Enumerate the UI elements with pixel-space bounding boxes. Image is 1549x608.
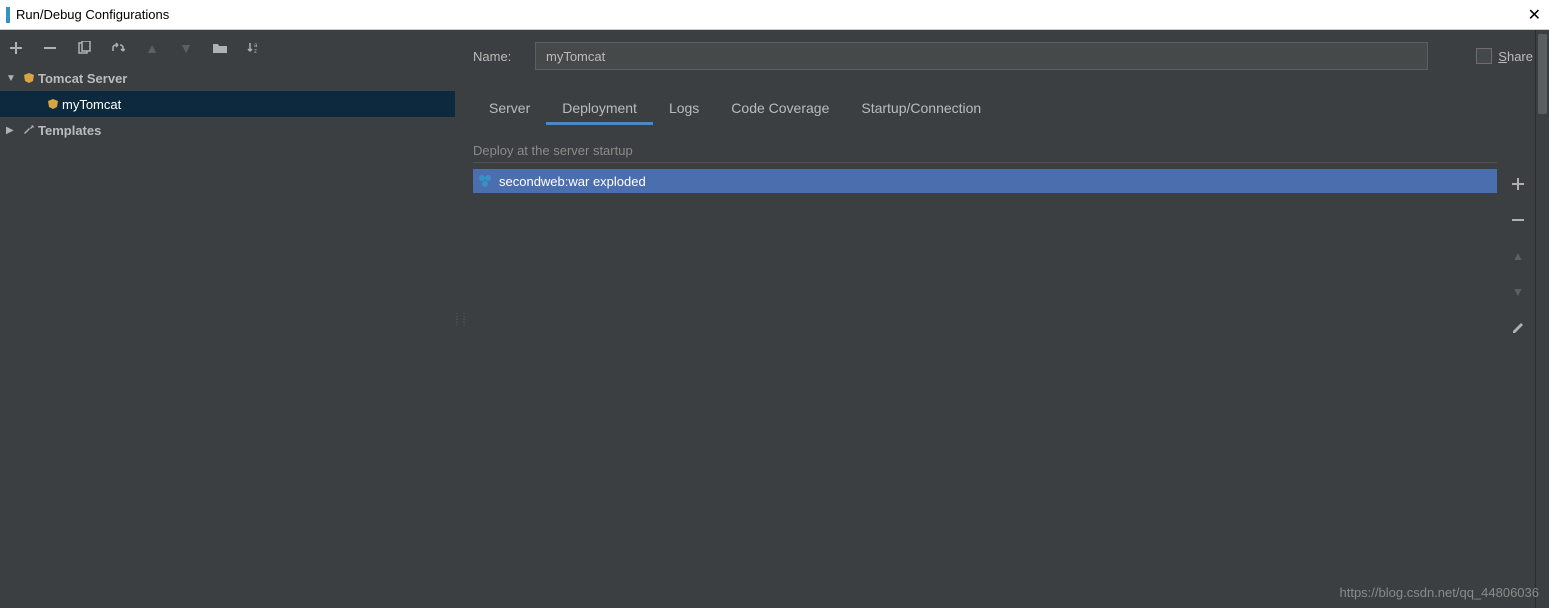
config-tree: ▼ Tomcat Server myTomcat ▶ Templates <box>0 65 455 608</box>
config-toolbar: ▲ ▼ az <box>0 30 455 65</box>
panel-divider[interactable]: ⋮⋮⋮⋮⋮⋮ <box>455 30 465 608</box>
left-panel: ▲ ▼ az ▼ Tomcat Server myTomcat <box>0 30 455 608</box>
collapse-arrow-icon: ▶ <box>6 125 20 136</box>
move-down-button[interactable]: ▼ <box>176 38 196 58</box>
close-button[interactable]: ✕ <box>1528 5 1541 25</box>
tab-startup-connection[interactable]: Startup/Connection <box>845 92 997 124</box>
tab-logs[interactable]: Logs <box>653 92 715 124</box>
app-icon <box>6 7 10 23</box>
tomcat-icon <box>44 97 62 111</box>
share-group: Share <box>1476 48 1533 64</box>
tab-deployment[interactable]: Deployment <box>546 92 653 124</box>
deploy-section: Deploy at the server startup secondweb:w… <box>465 125 1549 608</box>
main-content: ▲ ▼ az ▼ Tomcat Server myTomcat <box>0 30 1549 608</box>
deploy-side-toolbar: ▲ ▼ <box>1503 169 1533 608</box>
title-bar: Run/Debug Configurations ✕ <box>0 0 1549 30</box>
edit-config-button[interactable] <box>108 38 128 58</box>
move-artifact-up-button[interactable]: ▲ <box>1507 245 1529 267</box>
remove-artifact-button[interactable] <box>1507 209 1529 231</box>
tree-mytomcat[interactable]: myTomcat <box>0 91 455 117</box>
title-bar-left: Run/Debug Configurations <box>6 7 169 23</box>
deploy-section-label: Deploy at the server startup <box>473 143 1497 163</box>
copy-config-button[interactable] <box>74 38 94 58</box>
add-artifact-button[interactable] <box>1507 173 1529 195</box>
add-config-button[interactable] <box>6 38 26 58</box>
remove-config-button[interactable] <box>40 38 60 58</box>
name-label: Name: <box>473 49 523 64</box>
folder-button[interactable] <box>210 38 230 58</box>
deploy-body: secondweb:war exploded ▲ ▼ <box>473 169 1533 608</box>
artifact-list[interactable]: secondweb:war exploded <box>473 169 1497 608</box>
artifact-row[interactable]: secondweb:war exploded <box>473 169 1497 193</box>
artifact-icon <box>477 173 493 189</box>
sort-button[interactable]: az <box>244 38 264 58</box>
move-artifact-down-button[interactable]: ▼ <box>1507 281 1529 303</box>
move-up-button[interactable]: ▲ <box>142 38 162 58</box>
expand-arrow-icon: ▼ <box>6 73 20 84</box>
share-label: Share <box>1498 49 1533 64</box>
tree-tomcat-server[interactable]: ▼ Tomcat Server <box>0 65 455 91</box>
tree-label: Templates <box>38 123 101 138</box>
name-input[interactable] <box>535 42 1428 70</box>
tree-templates[interactable]: ▶ Templates <box>0 117 455 143</box>
window-title: Run/Debug Configurations <box>16 7 169 22</box>
tree-label: myTomcat <box>62 97 121 112</box>
artifact-label: secondweb:war exploded <box>499 174 646 189</box>
tree-label: Tomcat Server <box>38 71 127 86</box>
wrench-icon <box>20 123 38 137</box>
right-panel: Name: Share Server Deployment Logs Code … <box>465 30 1549 608</box>
name-row: Name: Share <box>465 42 1549 70</box>
tabs-row: Server Deployment Logs Code Coverage Sta… <box>465 92 1549 125</box>
share-checkbox[interactable] <box>1476 48 1492 64</box>
edit-artifact-button[interactable] <box>1507 317 1529 339</box>
svg-text:z: z <box>254 49 257 55</box>
tab-code-coverage[interactable]: Code Coverage <box>715 92 845 124</box>
tomcat-icon <box>20 71 38 85</box>
tab-server[interactable]: Server <box>473 92 546 124</box>
vertical-scrollbar[interactable] <box>1535 30 1549 608</box>
scrollbar-thumb[interactable] <box>1538 34 1547 114</box>
